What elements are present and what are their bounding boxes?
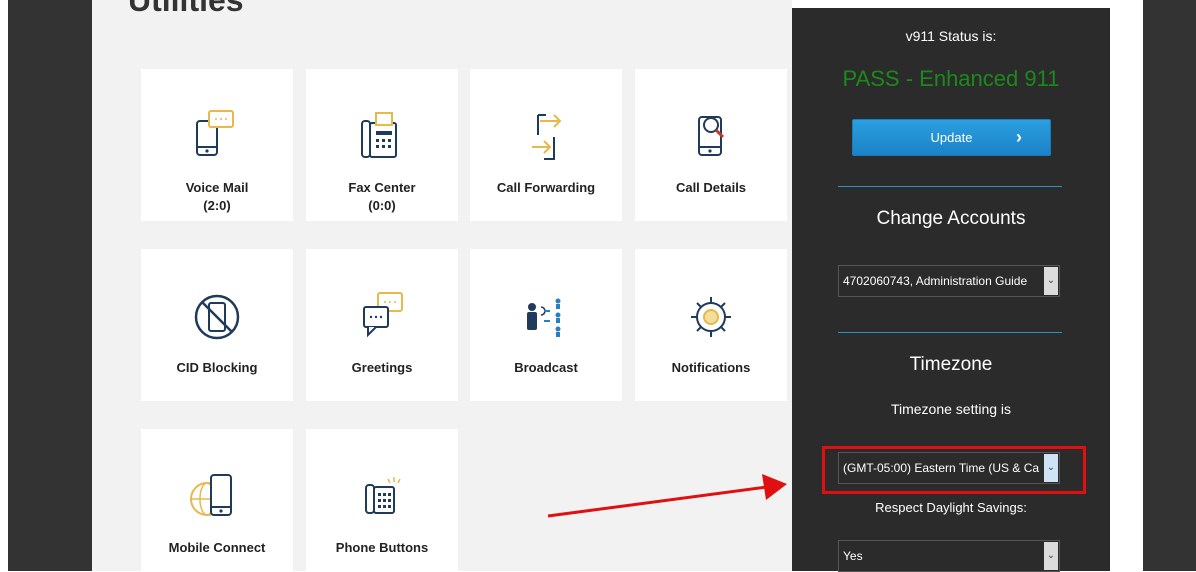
change-accounts-title: Change Accounts [876, 208, 1026, 229]
tile-count: (0:0) [368, 198, 396, 213]
mobile-connect-globe-icon [190, 474, 232, 516]
daylight-savings-label: Respect Daylight Savings: [875, 500, 1027, 515]
tile-label: Mobile Connect [168, 540, 266, 555]
tile-voice-mail[interactable]: Voice Mail (2:0) [141, 69, 293, 221]
annotation-arrow-icon [547, 474, 787, 518]
timezone-setting-label: Timezone setting is [890, 401, 1012, 417]
divider [838, 186, 1062, 187]
tile-label: Broadcast [514, 360, 578, 375]
page-title: Utilities [128, 0, 244, 18]
cid-blocked-phone-icon [194, 294, 240, 340]
voicemail-phone-icon [196, 110, 234, 156]
call-forwarding-icon [532, 114, 562, 160]
tile-greetings[interactable]: Greetings [306, 249, 458, 401]
left-dark-margin [8, 0, 92, 571]
right-dark-margin [1143, 0, 1196, 571]
tile-mobile-connect[interactable]: Mobile Connect [141, 429, 293, 571]
tile-phone-buttons[interactable]: Phone Buttons [306, 429, 458, 571]
update-button-label: Update [930, 130, 973, 145]
call-details-magnifier-icon [698, 116, 725, 156]
tile-call-forwarding[interactable]: Call Forwarding [470, 69, 622, 221]
tile-notifications[interactable]: Notifications [635, 249, 787, 401]
daylight-savings-value: Yes [843, 549, 863, 563]
highlight-box [822, 446, 1086, 494]
fax-machine-icon [361, 112, 397, 158]
tile-call-details[interactable]: Call Details [635, 69, 787, 221]
account-select[interactable]: 4702060743, Administration Guide ⌄ [838, 265, 1060, 297]
account-select-value: 4702060743, Administration Guide [843, 274, 1028, 288]
tile-label: Voice Mail [185, 180, 249, 195]
divider [838, 332, 1062, 333]
broadcast-people-icon [527, 298, 561, 337]
phone-buttons-icon [365, 477, 401, 514]
daylight-savings-select[interactable]: Yes ⌄ [838, 540, 1060, 572]
chevron-right-icon: › [1016, 127, 1022, 147]
chevron-down-icon: ⌄ [1044, 267, 1058, 295]
timezone-title: Timezone [909, 354, 993, 375]
tile-label: Call Forwarding [496, 180, 596, 195]
tile-label: Greetings [351, 360, 413, 375]
tile-fax-center[interactable]: Fax Center (0:0) [306, 69, 458, 221]
v911-status-value: PASS - Enhanced 911 [842, 66, 1060, 91]
tile-broadcast[interactable]: Broadcast [470, 249, 622, 401]
tile-label: CID Blocking [176, 360, 258, 375]
tile-count: (2:0) [203, 198, 231, 213]
tile-cid-blocking[interactable]: CID Blocking [141, 249, 293, 401]
tile-label: Notifications [671, 360, 751, 375]
tile-label: Call Details [675, 180, 747, 195]
greetings-chat-bubbles-icon [363, 292, 403, 338]
v911-status-label: v911 Status is: [905, 28, 997, 44]
tile-label: Phone Buttons [335, 540, 429, 555]
window-frame-left [0, 0, 8, 571]
tile-label: Fax Center [348, 180, 416, 195]
notifications-gear-icon [691, 297, 731, 337]
update-button[interactable]: Update › [852, 119, 1051, 156]
chevron-down-icon: ⌄ [1044, 542, 1058, 570]
